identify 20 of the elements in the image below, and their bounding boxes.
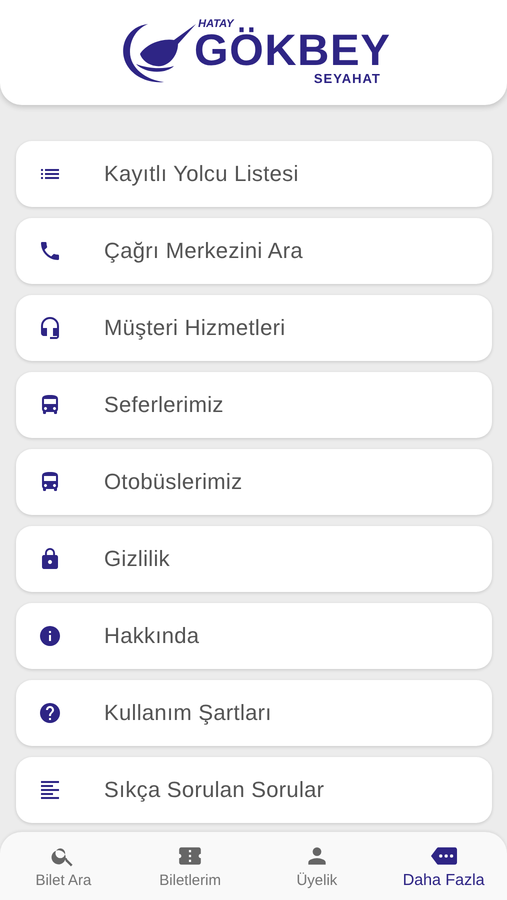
tab[interactable]: Daha Fazla: [380, 832, 507, 900]
menu-item[interactable]: Hakkında: [16, 603, 492, 669]
tab[interactable]: Üyelik: [254, 832, 380, 900]
menu-item[interactable]: Kayıtlı Yolcu Listesi: [16, 141, 492, 207]
menu-item[interactable]: Sıkça Sorulan Sorular: [16, 757, 492, 823]
tab[interactable]: Bilet Ara: [0, 832, 127, 900]
tab[interactable]: Biletlerim: [126, 832, 254, 900]
phone-icon: [38, 239, 62, 263]
help-icon: [38, 701, 62, 725]
headset-icon: [38, 316, 62, 340]
text-lines-icon: [38, 778, 62, 802]
menu-item[interactable]: Seferlerimiz: [16, 372, 492, 438]
logo-tagline: SEYAHAT: [314, 72, 381, 86]
menu-item[interactable]: Kullanım Şartları: [16, 680, 492, 746]
menu-item[interactable]: Gizlilik: [16, 526, 492, 592]
menu-item[interactable]: Otobüslerimiz: [16, 449, 492, 515]
info-icon: [38, 624, 62, 648]
menu-item[interactable]: Çağrı Merkezini Ara: [16, 218, 492, 284]
logo-subtitle: HATAY: [198, 19, 234, 30]
menu-item[interactable]: Müşteri Hizmetleri: [16, 295, 492, 361]
